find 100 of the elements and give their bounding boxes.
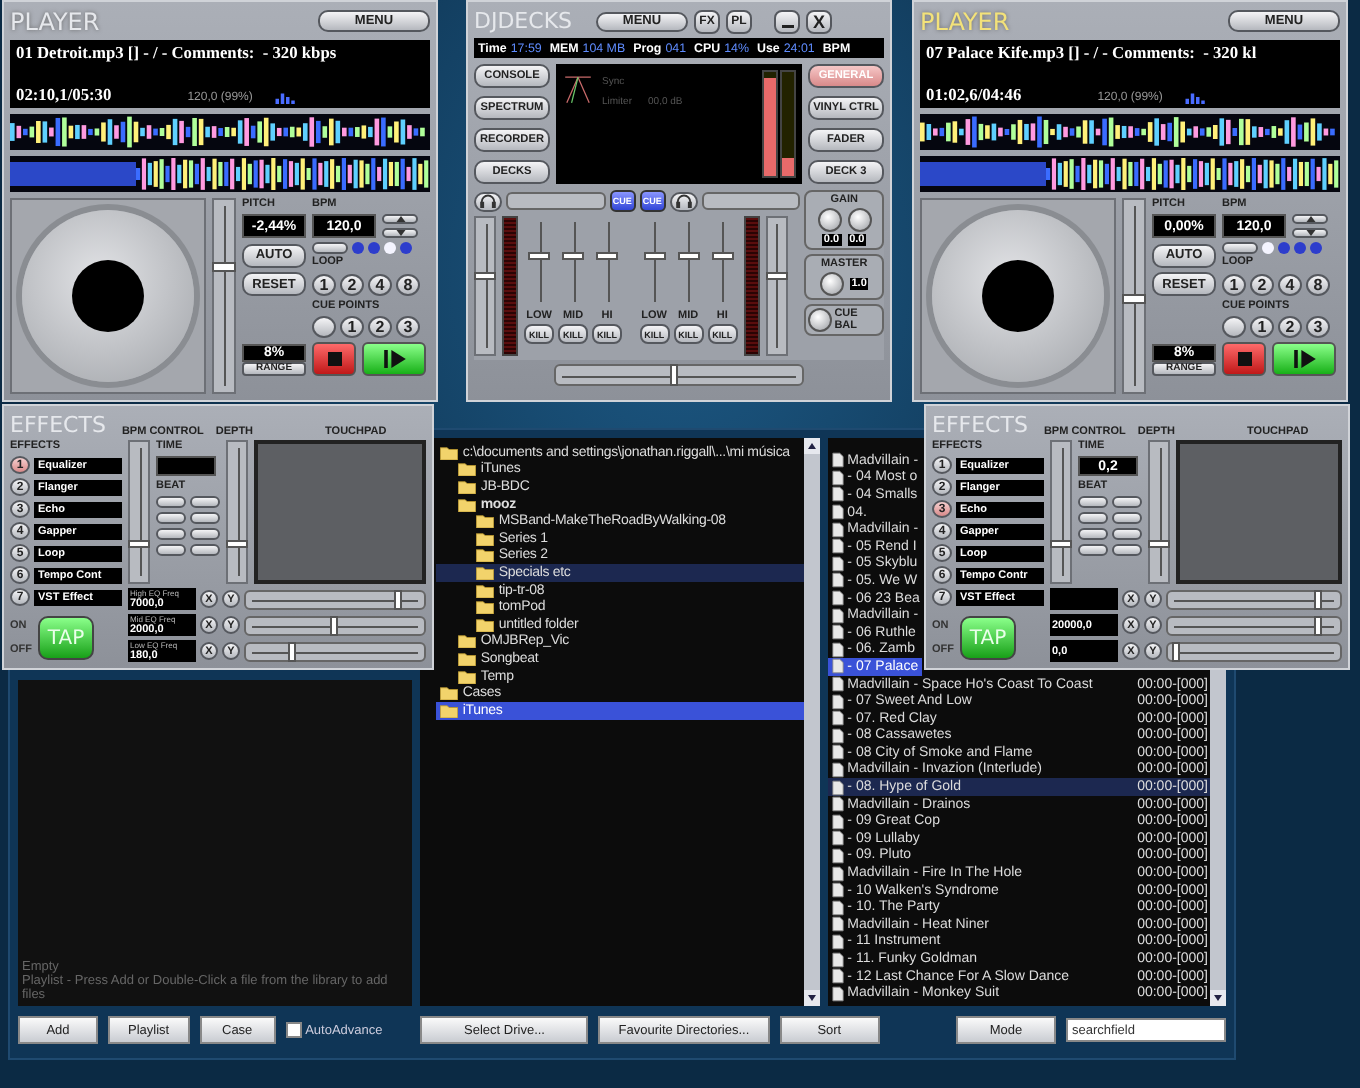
cue-point-button[interactable]: 2	[368, 316, 392, 338]
frequency-slider[interactable]	[244, 615, 426, 635]
track-title: 07 Palace Kife.mp3 [] - / - Comments: - 320 kl	[926, 44, 1259, 62]
volume-fader-drawing[interactable]	[474, 216, 496, 356]
cue-point-button[interactable]: 3	[1306, 316, 1330, 338]
frequency-slider[interactable]	[244, 589, 426, 609]
time-readout: 02:10,1/05:30	[16, 86, 112, 104]
eq-slider-drawing[interactable]	[679, 216, 698, 308]
bpm-down-button[interactable]	[382, 228, 418, 238]
loop-button[interactable]: 2	[340, 273, 364, 295]
scroll-down-icon[interactable]	[803, 990, 820, 1006]
loop-button[interactable]: 8	[1306, 273, 1330, 295]
eq-slider-drawing[interactable]	[713, 216, 732, 308]
beat-button[interactable]	[190, 544, 220, 556]
bpm-slider-drawing[interactable]	[128, 440, 150, 584]
eq-slider-drawing[interactable]	[564, 216, 582, 308]
track-title: 01 Detroit.mp3 [] - / - Comments: - 320 kbps	[16, 44, 339, 62]
spectrum-drawing	[1182, 90, 1211, 104]
minimize-button[interactable]	[774, 9, 800, 33]
beat-button[interactable]	[1112, 528, 1142, 540]
play-button[interactable]	[1272, 342, 1336, 376]
headphone-button[interactable]	[669, 191, 698, 211]
beat-button[interactable]	[1112, 512, 1142, 524]
beat-button[interactable]	[190, 528, 220, 540]
slider-thumb[interactable]	[287, 641, 296, 661]
slider-thumb[interactable]	[1313, 589, 1322, 609]
scroll-up-icon[interactable]	[803, 438, 820, 454]
depth-slider-drawing[interactable]	[226, 440, 248, 584]
beat-button[interactable]	[190, 496, 220, 508]
frequency-slider[interactable]	[244, 641, 426, 661]
spectrum-drawing	[272, 90, 301, 104]
loop-button[interactable]: 2	[1250, 273, 1274, 295]
frequency-slider[interactable]	[1166, 589, 1342, 609]
volume-fader-drawing[interactable]	[765, 216, 788, 356]
time-readout: 01:02,6/04:46	[926, 86, 1022, 104]
bpm-down-button[interactable]	[1292, 228, 1328, 238]
pitch-slider[interactable]	[212, 198, 236, 394]
stop-button[interactable]	[1222, 342, 1266, 376]
loop-button[interactable]: 4	[368, 273, 392, 295]
cue-record-button[interactable]	[1222, 316, 1246, 338]
eq-slider-drawing[interactable]	[645, 216, 664, 308]
loop-button[interactable]: 1	[312, 273, 336, 295]
cue-record-button[interactable]	[312, 316, 336, 338]
crossfader-thumb[interactable]	[669, 364, 678, 386]
frequency-field[interactable]	[1050, 588, 1118, 610]
beat-button[interactable]	[190, 512, 220, 524]
gain-knob[interactable]	[817, 208, 842, 232]
frequency-slider[interactable]	[1166, 641, 1342, 661]
beat-button[interactable]	[156, 512, 186, 524]
vu-meter-drawing	[743, 216, 760, 356]
slider-thumb[interactable]	[329, 615, 338, 635]
headphone-slider-drawing[interactable]	[701, 192, 801, 210]
bpm-up-button[interactable]	[382, 214, 418, 224]
beat-button[interactable]	[1078, 528, 1108, 540]
cue-point-button[interactable]: 2	[1278, 316, 1302, 338]
cue-balance-knob[interactable]	[808, 308, 833, 332]
master-knob[interactable]	[819, 272, 844, 296]
play-button[interactable]	[362, 342, 426, 376]
beat-button[interactable]	[1078, 544, 1108, 556]
scrollbar[interactable]	[803, 438, 820, 1006]
beat-sync-button[interactable]	[1222, 242, 1258, 254]
beat-button[interactable]	[1112, 496, 1142, 508]
scroll-down-icon[interactable]	[1210, 990, 1226, 1006]
cue-point-button[interactable]: 3	[396, 316, 420, 338]
cue-point-button[interactable]: 1	[340, 316, 364, 338]
slider-thumb[interactable]	[393, 589, 402, 609]
close-button[interactable]: X	[806, 9, 832, 33]
bpm-slider-drawing[interactable]	[1050, 440, 1072, 584]
stop-icon	[327, 352, 341, 366]
eq-slider-drawing[interactable]	[530, 216, 548, 308]
jog-wheel-drawing[interactable]	[920, 198, 1116, 394]
slider-thumb[interactable]	[1171, 641, 1180, 661]
beat-button[interactable]	[1078, 512, 1108, 524]
eq-slider-drawing[interactable]	[598, 216, 616, 308]
stop-icon	[1237, 352, 1251, 366]
beat-button[interactable]	[156, 528, 186, 540]
crossfader[interactable]	[554, 364, 804, 386]
pitch-slider[interactable]	[1122, 198, 1146, 394]
down-arrow-icon	[1305, 230, 1315, 236]
depth-slider-drawing[interactable]	[1148, 440, 1170, 584]
cue-point-button[interactable]: 1	[1250, 316, 1274, 338]
jog-wheel-drawing[interactable]	[10, 198, 206, 394]
slider-thumb[interactable]	[1313, 615, 1322, 635]
stop-button[interactable]	[312, 342, 356, 376]
loop-button[interactable]: 4	[1278, 273, 1302, 295]
loop-button[interactable]: 8	[396, 273, 420, 295]
beat-button[interactable]	[1112, 544, 1142, 556]
effects-title: EFFECTS	[932, 412, 1028, 438]
bpm-up-button[interactable]	[1292, 214, 1328, 224]
frequency-slider[interactable]	[1166, 615, 1342, 635]
loop-button[interactable]: 1	[1222, 273, 1246, 295]
gain-knob[interactable]	[847, 208, 872, 232]
headphone-button[interactable]	[474, 191, 502, 211]
headphone-slider-drawing[interactable]	[506, 192, 606, 210]
beat-button[interactable]	[1078, 496, 1108, 508]
beat-sync-button[interactable]	[312, 242, 348, 254]
slider-thumb[interactable]	[212, 261, 236, 272]
beat-button[interactable]	[156, 496, 186, 508]
beat-button[interactable]	[156, 544, 186, 556]
slider-thumb[interactable]	[1122, 293, 1146, 304]
